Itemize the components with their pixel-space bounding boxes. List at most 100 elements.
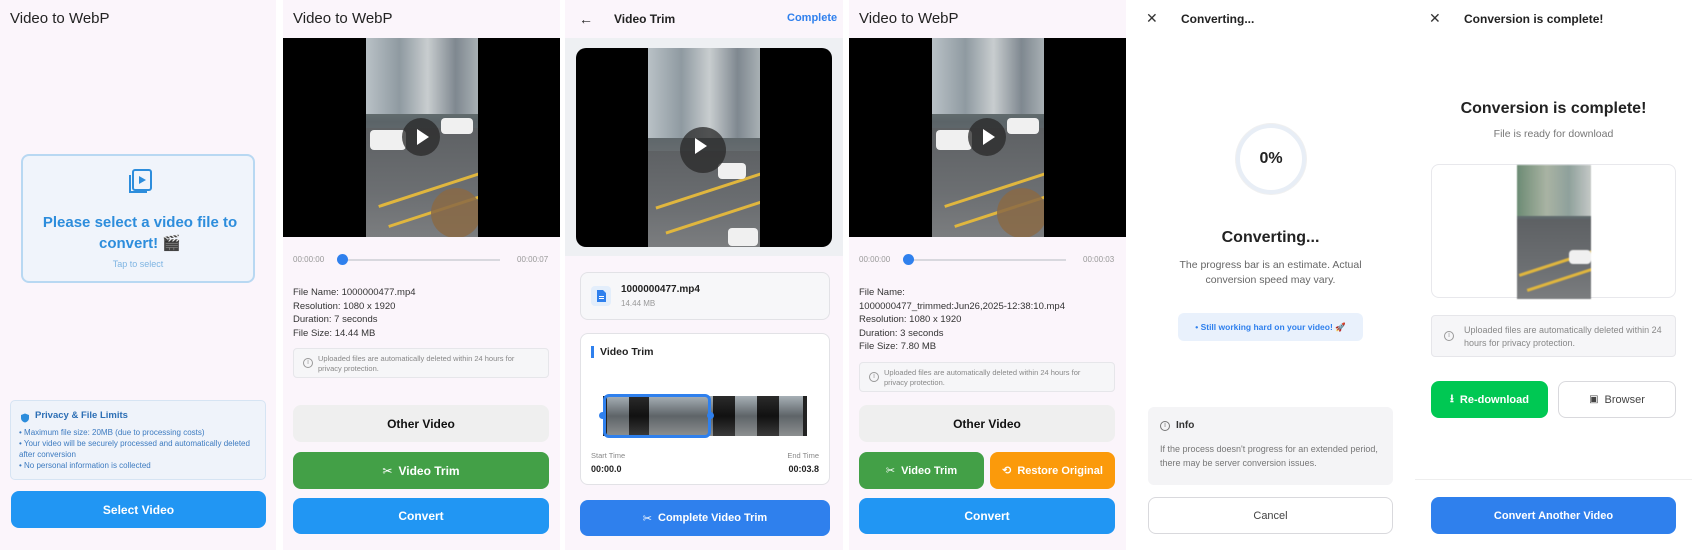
time-total: 00:00:03 bbox=[1083, 255, 1115, 264]
file-size: File Size: 7.80 MB bbox=[859, 341, 937, 352]
screen-trimmed-preview: Video to WebP 00:00:00 00:00:03 File Nam… bbox=[849, 0, 1126, 550]
progress-ring: 0% bbox=[1236, 124, 1306, 194]
privacy-info-box: Privacy & File Limits • Maximum file siz… bbox=[10, 400, 266, 480]
other-video-button[interactable]: Other Video bbox=[859, 405, 1115, 442]
browser-icon: ▣ bbox=[1589, 394, 1599, 405]
time-total: 00:00:07 bbox=[517, 255, 549, 264]
play-icon[interactable] bbox=[402, 118, 440, 156]
video-trim-button[interactable]: ✂ Video Trim bbox=[293, 452, 549, 489]
info-box: i Info If the process doesn't progress f… bbox=[1148, 407, 1393, 485]
info-icon: i bbox=[1444, 331, 1454, 341]
privacy-item: • Maximum file size: 20MB (due to proces… bbox=[19, 428, 205, 437]
cancel-button[interactable]: Cancel bbox=[1148, 497, 1393, 534]
divider bbox=[1415, 479, 1692, 480]
play-icon[interactable] bbox=[968, 118, 1006, 156]
trim-selection-handle[interactable] bbox=[603, 394, 711, 438]
time-current: 00:00:00 bbox=[859, 255, 891, 264]
video-player[interactable] bbox=[849, 38, 1126, 237]
complete-trim-button[interactable]: ✂ Complete Video Trim bbox=[580, 500, 830, 536]
app-title: Video to WebP bbox=[293, 10, 393, 27]
seek-slider[interactable] bbox=[908, 259, 1066, 261]
other-video-button[interactable]: Other Video bbox=[293, 405, 549, 442]
redownload-button[interactable]: ⭳ Re-download bbox=[1431, 381, 1548, 418]
scissors-icon: ✂ bbox=[885, 465, 896, 477]
play-icon[interactable] bbox=[680, 127, 726, 173]
convert-button[interactable]: Convert bbox=[859, 498, 1115, 534]
seek-knob[interactable] bbox=[903, 254, 914, 265]
start-time-label: Start Time bbox=[591, 451, 626, 460]
complete-subheading: File is ready for download bbox=[1493, 128, 1614, 140]
convert-another-label: Convert Another Video bbox=[1493, 509, 1614, 522]
screen-video-preview: Video to WebP 00:00:00 00:00:07 File Nam… bbox=[283, 0, 560, 550]
duration: Duration: 7 seconds bbox=[293, 314, 378, 325]
notice-text: Uploaded files are automatically deleted… bbox=[318, 354, 515, 373]
resolution: Resolution: 1080 x 1920 bbox=[293, 300, 396, 312]
select-prompt: Please select a video file to convert! 🎬 bbox=[42, 214, 238, 252]
other-video-label: Other Video bbox=[953, 416, 1021, 431]
resolution: Resolution: 1080 x 1920 bbox=[859, 314, 962, 325]
trim-start-handle[interactable] bbox=[599, 412, 606, 419]
privacy-list: • Maximum file size: 20MB (due to proces… bbox=[19, 427, 259, 471]
complete-trim-label: Complete Video Trim bbox=[658, 512, 768, 524]
end-time-value: 00:03.8 bbox=[788, 464, 819, 474]
video-player[interactable] bbox=[576, 48, 832, 247]
info-icon: i bbox=[1160, 421, 1170, 431]
file-size: 14.44 MB bbox=[621, 299, 656, 308]
scissors-icon: ✂ bbox=[382, 463, 393, 478]
file-card: 1000000477.mp4 14.44 MB bbox=[580, 272, 830, 320]
close-icon[interactable]: ✕ bbox=[1429, 10, 1441, 27]
cancel-label: Cancel bbox=[1253, 509, 1288, 522]
restore-label: Restore Original bbox=[1017, 464, 1103, 477]
browser-button[interactable]: ▣ Browser bbox=[1558, 381, 1676, 418]
trim-end-handle[interactable] bbox=[707, 412, 714, 419]
privacy-item: • No personal information is collected bbox=[19, 461, 151, 470]
complete-link[interactable]: Complete bbox=[787, 12, 837, 24]
section-title: Video Trim bbox=[600, 346, 654, 358]
converting-heading: Converting... bbox=[1221, 229, 1320, 246]
result-preview bbox=[1431, 164, 1676, 299]
browser-label: Browser bbox=[1604, 393, 1645, 406]
video-drop-zone[interactable]: Please select a video file to convert! 🎬… bbox=[21, 154, 255, 283]
select-video-button[interactable]: Select Video bbox=[11, 491, 266, 528]
seek-knob[interactable] bbox=[337, 254, 348, 265]
seek-slider[interactable] bbox=[342, 259, 500, 261]
video-player[interactable] bbox=[283, 38, 560, 237]
file-name: 1000000477.mp4 bbox=[621, 284, 700, 295]
convert-button[interactable]: Convert bbox=[293, 498, 549, 534]
shield-icon bbox=[20, 410, 30, 423]
duration: Duration: 3 seconds bbox=[859, 327, 944, 339]
video-trim-button[interactable]: ✂ Video Trim bbox=[859, 452, 984, 489]
file-name: 1000000477_trimmed:Jun26,2025-12:38:10.m… bbox=[859, 300, 1065, 312]
info-icon: i bbox=[303, 358, 313, 368]
other-video-label: Other Video bbox=[387, 416, 455, 431]
complete-heading: Conversion is complete! bbox=[1460, 100, 1647, 117]
privacy-notice: i Uploaded files are automatically delet… bbox=[293, 348, 549, 378]
notice-text: Uploaded files are automatically deleted… bbox=[1464, 325, 1662, 348]
notice-text: Uploaded files are automatically deleted… bbox=[884, 368, 1081, 387]
convert-another-button[interactable]: Convert Another Video bbox=[1431, 497, 1676, 534]
trim-section: Video Trim Start Time 00:00.0 End Time 0… bbox=[580, 333, 830, 485]
info-title: Info bbox=[1176, 420, 1195, 431]
redownload-label: Re-download bbox=[1459, 393, 1529, 406]
restore-icon: ⟲ bbox=[1002, 465, 1012, 477]
file-name: File Name: 1000000477.mp4 bbox=[293, 287, 416, 298]
screen-video-trim: ← Video Trim Complete 1000000477.mp4 14.… bbox=[565, 0, 843, 550]
scissors-icon: ✂ bbox=[642, 512, 652, 525]
info-text: If the process doesn't progress for an e… bbox=[1160, 444, 1378, 468]
close-icon[interactable]: ✕ bbox=[1146, 10, 1158, 27]
privacy-notice: i Uploaded files are automatically delet… bbox=[1431, 315, 1676, 357]
arrow-left-icon[interactable]: ← bbox=[579, 11, 593, 27]
screen-select-video: Video to WebP Please select a video file… bbox=[0, 0, 276, 550]
file-size: File Size: 14.44 MB bbox=[293, 327, 376, 339]
app-title: Video to WebP bbox=[859, 10, 959, 27]
video-library-icon bbox=[127, 168, 153, 196]
app-title: Video to WebP bbox=[10, 10, 110, 27]
select-video-label: Select Video bbox=[102, 502, 175, 517]
download-icon: ⭳ bbox=[1450, 393, 1454, 405]
status-badge: • Still working hard on your video! 🚀 bbox=[1178, 313, 1363, 341]
restore-original-button[interactable]: ⟲ Restore Original bbox=[990, 452, 1115, 489]
file-name-label: File Name: bbox=[859, 287, 905, 298]
file-icon bbox=[591, 286, 611, 306]
privacy-item: • Your video will be securely processed … bbox=[19, 439, 250, 459]
page-title: Converting... bbox=[1181, 12, 1255, 26]
